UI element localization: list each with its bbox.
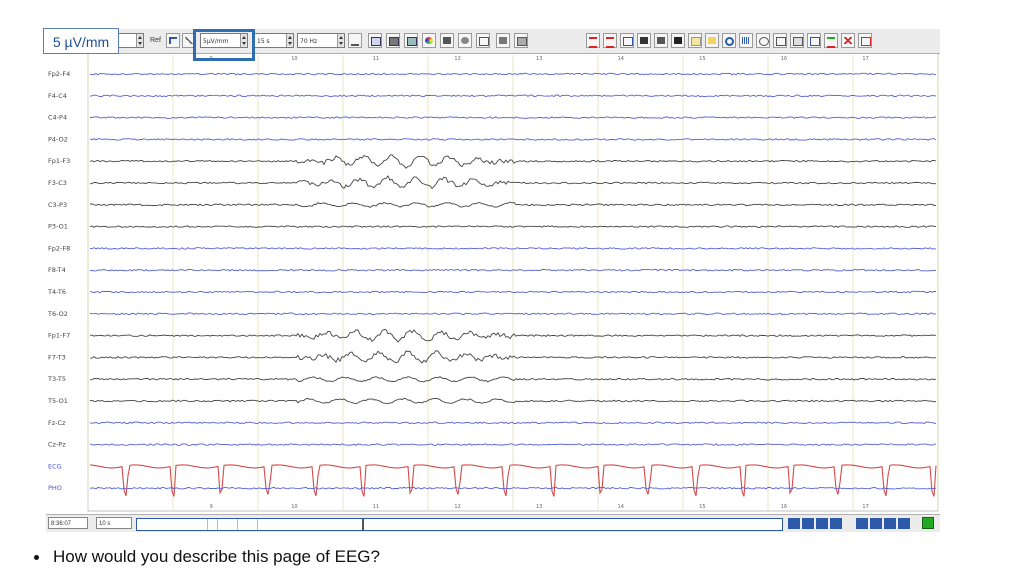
channel-label: T4-T6 — [47, 288, 66, 296]
split-icon[interactable] — [637, 33, 651, 48]
split-view-icon[interactable] — [386, 33, 400, 48]
page-length-select[interactable]: 10 s — [96, 517, 132, 529]
channel-label: C3-P3 — [48, 201, 67, 209]
monitor-icon[interactable] — [790, 33, 804, 48]
filter-value: 70 Hz — [300, 38, 318, 45]
eeg-trace-area: 9 9 10 10 11 11 12 12 13 13 14 14 15 15 16 16 17 17 Fp2-F4… — [46, 52, 940, 512]
channel-label: C4-P4 — [48, 114, 67, 122]
channel-label: T6-O2 — [47, 310, 68, 318]
channel-label: F3-C3 — [48, 179, 67, 187]
marker-red2-icon[interactable] — [603, 33, 617, 48]
bars-icon[interactable] — [739, 33, 753, 48]
skip-start-button[interactable] — [788, 518, 800, 529]
scroll-position-marker[interactable] — [362, 519, 364, 530]
channel-label: T5-O1 — [47, 397, 68, 405]
channel-label: Fp1-F3 — [48, 157, 70, 165]
event-icon[interactable] — [671, 33, 685, 48]
channel-label: Fp1-F7 — [48, 332, 70, 340]
marker-red-icon[interactable] — [586, 33, 600, 48]
time-tick-label: 14 — [618, 504, 624, 510]
eeg-traces: 9910101111121213131414151516161717Fp2-F4… — [47, 52, 939, 512]
time-tick-label: 9 — [210, 504, 213, 510]
channel-label: Fp2-F8 — [48, 244, 70, 252]
channel-label: Cz-Pz — [48, 441, 66, 449]
channel-label: PHO — [48, 484, 62, 492]
step-back-button[interactable] — [816, 518, 828, 529]
status-bar: 8:36:07 10 s — [46, 514, 940, 532]
time-tick-label: 13 — [536, 56, 542, 62]
time-tick-label: 12 — [454, 56, 460, 62]
waveform-icon[interactable] — [348, 33, 362, 48]
timebase-select[interactable]: 15 s — [254, 33, 294, 48]
time-tick-label: 13 — [536, 504, 542, 510]
page-length-value: 10 s — [99, 521, 111, 527]
channel-label: Fp2-F4 — [48, 70, 70, 78]
info-icon[interactable] — [858, 33, 872, 48]
page-forward-button[interactable] — [884, 518, 896, 529]
channel-label: Fz-Cz — [48, 419, 66, 427]
clock-display: 8:36:07 — [48, 517, 88, 529]
time-tick-label: 17 — [862, 504, 868, 510]
grid-view-icon[interactable] — [404, 33, 418, 48]
sphere-icon[interactable] — [756, 33, 770, 48]
print-icon[interactable] — [514, 33, 528, 48]
recording-scrollbar[interactable] — [136, 518, 783, 531]
time-tick-label: 15 — [699, 56, 705, 62]
time-tick-label: 17 — [862, 56, 868, 62]
bullet-icon — [34, 555, 39, 561]
edit-icon[interactable] — [476, 33, 490, 48]
question-text: How would you describe this page of EEG? — [53, 547, 380, 566]
channels-icon[interactable] — [620, 33, 634, 48]
close-red-icon[interactable] — [841, 33, 855, 48]
eeg-viewer-window: Ref 5µV/mm 15 s 70 Hz 9 9 10 10 11 11 12… — [46, 29, 940, 532]
sensitivity-highlight-box — [193, 29, 255, 61]
channel-label: F4-C4 — [48, 92, 67, 100]
time-tick-label: 12 — [454, 504, 460, 510]
channel-label: P4-O2 — [48, 135, 68, 143]
ref-label: Ref — [150, 37, 161, 44]
channel-label: F7-T3 — [48, 353, 66, 361]
step-forward-button[interactable] — [870, 518, 882, 529]
color-wheel-icon[interactable] — [422, 33, 436, 48]
window-icon[interactable] — [773, 33, 787, 48]
skip-end-button[interactable] — [898, 518, 910, 529]
channel-label: F8-T4 — [48, 266, 66, 274]
time-tick-label: 16 — [781, 56, 787, 62]
time-tick-label: 16 — [781, 504, 787, 510]
time-tick-label: 10 — [291, 504, 297, 510]
timebase-value: 15 s — [257, 38, 270, 45]
folder-icon[interactable] — [705, 33, 719, 48]
list2-icon[interactable] — [824, 33, 838, 48]
ref-montage-icon[interactable] — [166, 33, 180, 48]
montage-select[interactable] — [118, 33, 144, 48]
copy-icon[interactable] — [688, 33, 702, 48]
photo-icon[interactable] — [654, 33, 668, 48]
list-icon[interactable] — [807, 33, 821, 48]
channel-label: ECG — [48, 462, 62, 470]
save-icon[interactable] — [496, 33, 510, 48]
channel-label: T3-T5 — [47, 375, 66, 383]
time-tick-label: 10 — [291, 56, 297, 62]
page-back-button[interactable] — [802, 518, 814, 529]
time-tick-label: 11 — [373, 56, 379, 62]
play-forward-button[interactable] — [856, 518, 868, 529]
sensitivity-callout: 5 µV/mm — [43, 28, 119, 54]
time-tick-label: 14 — [618, 56, 624, 62]
clock-icon[interactable] — [458, 33, 472, 48]
film-icon[interactable] — [440, 33, 454, 48]
time-tick-label: 11 — [373, 504, 379, 510]
filter-select[interactable]: 70 Hz — [297, 33, 345, 48]
search-icon[interactable] — [722, 33, 736, 48]
record-status-button[interactable] — [922, 517, 934, 529]
question-bullet: How would you describe this page of EEG? — [34, 547, 380, 567]
channel-label: P3-O1 — [48, 223, 68, 231]
page-view-icon[interactable] — [368, 33, 382, 48]
time-tick-label: 15 — [699, 504, 705, 510]
play-back-button[interactable] — [830, 518, 842, 529]
toolbar: Ref 5µV/mm 15 s 70 Hz — [46, 29, 940, 54]
